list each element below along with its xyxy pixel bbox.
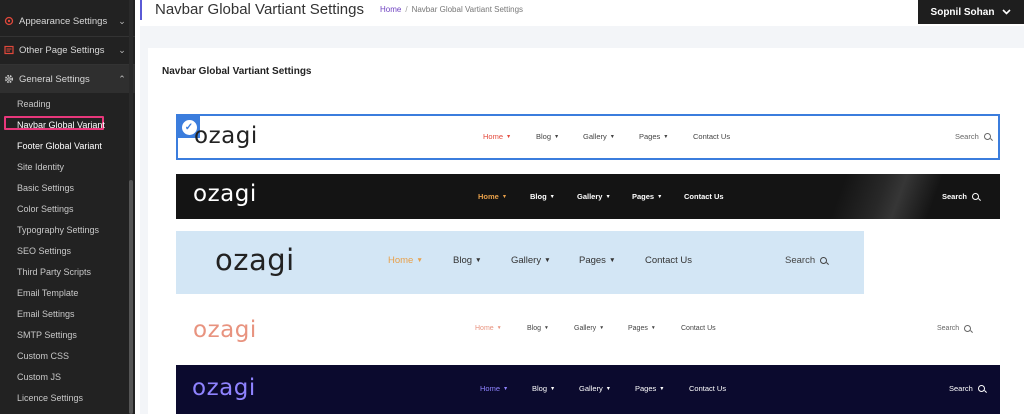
nav-item-contact-us: Contact Us: [684, 192, 724, 201]
navbar-logo: ozagi: [192, 375, 256, 401]
sidebar-item-color-settings[interactable]: Color Settings: [17, 204, 74, 214]
nav-item-home: Home ▼: [388, 255, 423, 266]
nav-item-home: Home ▼: [480, 384, 509, 393]
navbar-variant-5[interactable]: ozagi Home ▼ Blog ▼ Gallery ▼ Pages ▼ Contac…: [176, 365, 1000, 414]
sidebar-item-licence-settings[interactable]: Licence Settings: [17, 393, 83, 403]
nav-item-home: Home ▼: [483, 132, 512, 141]
navbar-logo: ozagi: [194, 123, 258, 149]
sidebar-item-typography-settings[interactable]: Typography Settings: [17, 225, 99, 235]
nav-search: Search: [785, 255, 828, 266]
sidebar-menu-other-page-settings[interactable]: Other Page Settings ⌄: [0, 36, 135, 64]
sidebar-item-custom-js[interactable]: Custom JS: [17, 372, 61, 382]
navbar-variant-2[interactable]: ozagi Home ▼ Blog ▼ Gallery ▼ Pages ▼ Contac…: [176, 174, 1000, 219]
gear-icon: [3, 74, 14, 85]
nav-search: Search: [955, 132, 991, 141]
nav-item-contact-us: Contact Us: [693, 132, 731, 141]
chevron-down-icon: ⌄: [118, 44, 126, 55]
nav-item-home: Home ▼: [475, 325, 502, 332]
header-accent-bar: [140, 0, 142, 20]
breadcrumb-current: Navbar Global Vartiant Settings: [411, 5, 524, 14]
nav-item-blog: Blog ▼: [527, 325, 549, 332]
navbar-logo: ozagi: [215, 243, 295, 277]
nav-item-pages: Pages ▼: [635, 384, 665, 393]
nav-item-home: Home ▼: [478, 192, 508, 201]
sidebar-item-custom-css[interactable]: Custom CSS: [17, 351, 69, 361]
sidebar-item-third-party-scripts[interactable]: Third Party Scripts: [17, 267, 91, 277]
chevron-down-icon: ⌄: [118, 15, 126, 26]
breadcrumb-home-link[interactable]: Home: [380, 5, 401, 14]
breadcrumb-separator: /: [405, 5, 408, 14]
user-name: Sopnil Sohan: [930, 6, 995, 18]
nav-item-contact-us: Contact Us: [681, 325, 716, 332]
navbar-variant-3[interactable]: ozagi Home ▼ Blog ▼ Gallery ▼ Pages ▼ Contac…: [176, 231, 1000, 294]
sidebar-item-footer-global-variant[interactable]: Footer Global Variant: [17, 141, 102, 151]
sidebar-item-basic-settings[interactable]: Basic Settings: [17, 183, 74, 193]
search-icon: [972, 193, 980, 200]
user-menu-button[interactable]: Sopnil Sohan: [918, 0, 1024, 24]
nav-item-blog: Blog ▼: [530, 192, 555, 201]
appearance-icon: [3, 16, 14, 27]
nav-item-contact-us: Contact Us: [645, 255, 692, 266]
sidebar-scrollbar-thumb[interactable]: [129, 180, 133, 414]
nav-item-contact-us: Contact Us: [689, 384, 727, 393]
sidebar-menu-label: Appearance Settings: [19, 15, 108, 27]
sidebar-menu-label: Other Page Settings: [19, 44, 105, 56]
search-icon: [964, 325, 972, 332]
sidebar-item-seo-settings[interactable]: SEO Settings: [17, 246, 71, 256]
nav-item-pages: Pages ▼: [632, 192, 663, 201]
search-icon: [820, 257, 828, 264]
chevron-down-icon: [1002, 7, 1012, 18]
nav-search: Search: [949, 384, 985, 393]
search-icon: [983, 133, 991, 140]
nav-item-blog: Blog ▼: [536, 132, 560, 141]
breadcrumb: Home / Navbar Global Vartiant Settings: [380, 5, 523, 14]
nav-item-gallery: Gallery ▼: [574, 325, 605, 332]
nav-item-gallery: Gallery ▼: [511, 255, 551, 266]
nav-item-pages: Pages ▼: [639, 132, 669, 141]
nav-search: Search: [942, 192, 980, 201]
search-icon: [977, 385, 985, 392]
sidebar-menu-label: General Settings: [19, 73, 90, 85]
sidebar-item-reading[interactable]: Reading: [17, 99, 51, 109]
nav-item-blog: Blog ▼: [453, 255, 482, 266]
sidebar-item-navbar-global-variant[interactable]: Navbar Global Variant: [17, 120, 105, 130]
navbar-variant-4[interactable]: ozagi Home ▼ Blog ▼ Gallery ▼ Pages ▼ Contac…: [176, 307, 1000, 352]
sidebar-item-email-template[interactable]: Email Template: [17, 288, 78, 298]
nav-item-blog: Blog ▼: [532, 384, 556, 393]
nav-item-gallery: Gallery ▼: [579, 384, 611, 393]
card-title: Navbar Global Vartiant Settings: [162, 66, 312, 77]
chevron-up-icon: ⌃: [118, 73, 126, 84]
sidebar-menu-appearance-settings[interactable]: Appearance Settings ⌄: [0, 7, 135, 35]
navbar-logo: ozagi: [193, 317, 257, 343]
sidebar-item-email-settings[interactable]: Email Settings: [17, 309, 75, 319]
page-title: Navbar Global Vartiant Settings: [155, 1, 364, 18]
nav-item-gallery: Gallery ▼: [577, 192, 611, 201]
nav-item-gallery: Gallery ▼: [583, 132, 615, 141]
nav-search: Search: [937, 325, 972, 332]
navbar-variant-1[interactable]: ✓ ozagi Home ▼ Blog ▼ Gallery ▼ Pages ▼ Cont…: [176, 114, 1000, 160]
sidebar: Appearance Settings ⌄ Other Page Setting…: [0, 0, 135, 414]
navbar-logo: ozagi: [193, 181, 257, 207]
top-header: Navbar Global Vartiant Settings Home / Nav…: [140, 0, 1024, 26]
page-icon: [3, 45, 14, 56]
nav-item-pages: Pages ▼: [579, 255, 616, 266]
nav-item-pages: Pages ▼: [628, 325, 656, 332]
sidebar-item-site-identity[interactable]: Site Identity: [17, 162, 64, 172]
sidebar-item-smtp-settings[interactable]: SMTP Settings: [17, 330, 77, 340]
sidebar-menu-general-settings[interactable]: General Settings ⌃: [0, 65, 135, 93]
